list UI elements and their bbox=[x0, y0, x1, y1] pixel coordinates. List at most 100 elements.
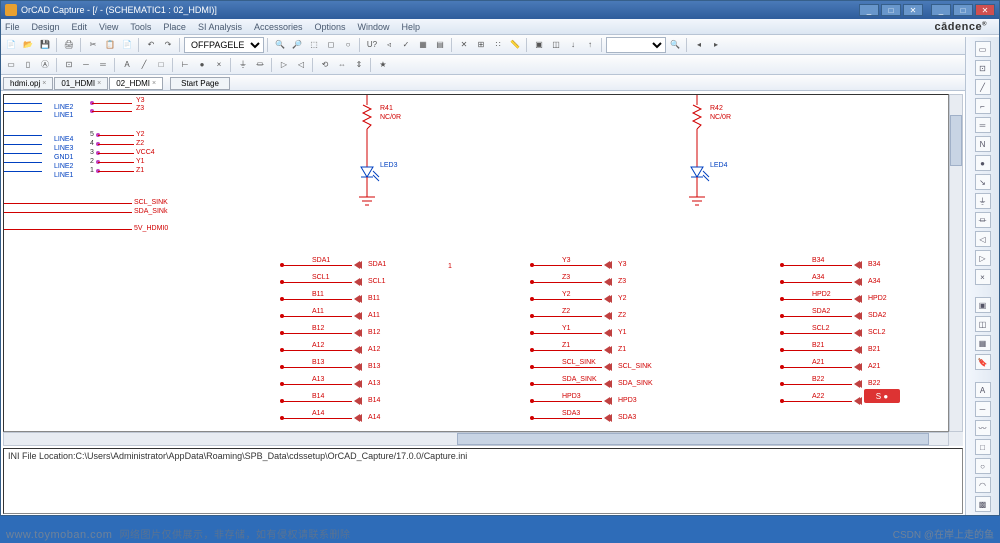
palette-hierblock[interactable]: ▣ bbox=[975, 297, 991, 313]
menu-file[interactable]: File bbox=[5, 22, 20, 32]
ground-button[interactable]: ⏛ bbox=[252, 57, 268, 73]
rotate-button[interactable]: ⟲ bbox=[317, 57, 333, 73]
palette-ellipse[interactable]: ○ bbox=[975, 458, 991, 474]
zoom-in-button[interactable]: 🔍 bbox=[272, 37, 288, 53]
junction-button[interactable]: ● bbox=[194, 57, 210, 73]
palette-select[interactable]: ▭ bbox=[975, 41, 991, 57]
offpage-button[interactable]: ◁ bbox=[293, 57, 309, 73]
palette-line[interactable]: ─ bbox=[975, 401, 991, 417]
project-button[interactable]: ▣ bbox=[531, 37, 547, 53]
next-button[interactable]: ▸ bbox=[708, 37, 724, 53]
palette-netalias[interactable]: N bbox=[975, 136, 991, 152]
snap-button[interactable]: ⊞ bbox=[473, 37, 489, 53]
zoom-fit-button[interactable]: ◻ bbox=[323, 37, 339, 53]
doc-maximize-button[interactable]: □ bbox=[881, 4, 901, 16]
rect-button[interactable]: □ bbox=[153, 57, 169, 73]
search-combo[interactable] bbox=[606, 37, 666, 53]
find-button[interactable]: 🔍 bbox=[667, 37, 683, 53]
descend-button[interactable]: ↓ bbox=[565, 37, 581, 53]
menu-help[interactable]: Help bbox=[402, 22, 421, 32]
hierarchy-button[interactable]: ◫ bbox=[548, 37, 564, 53]
mirror-v-button[interactable]: ⇕ bbox=[351, 57, 367, 73]
offpage-combo[interactable]: OFFPAGELEFT-R bbox=[184, 37, 264, 53]
text-button[interactable]: A bbox=[119, 57, 135, 73]
menu-accessories[interactable]: Accessories bbox=[254, 22, 303, 32]
part-button[interactable]: ⊡ bbox=[61, 57, 77, 73]
cut-button[interactable]: ✂ bbox=[85, 37, 101, 53]
palette-offpage[interactable]: ▷ bbox=[975, 250, 991, 266]
palette-busentry[interactable]: ↘ bbox=[975, 174, 991, 190]
minimize-button[interactable]: _ bbox=[931, 4, 951, 16]
zoom-selection-button[interactable]: ○ bbox=[340, 37, 356, 53]
maximize-button[interactable]: □ bbox=[953, 4, 973, 16]
line-button[interactable]: ╱ bbox=[136, 57, 152, 73]
palette-wire[interactable]: ╱ bbox=[975, 79, 991, 95]
menu-edit[interactable]: Edit bbox=[72, 22, 88, 32]
palette-part[interactable]: ⊡ bbox=[975, 60, 991, 76]
palette-polyline[interactable]: 〰 bbox=[975, 420, 991, 436]
alias-button[interactable]: Ⓐ bbox=[37, 57, 53, 73]
drc-button[interactable]: ✓ bbox=[398, 37, 414, 53]
open-button[interactable]: 📂 bbox=[20, 37, 36, 53]
ruler-button[interactable]: 📏 bbox=[507, 37, 523, 53]
net-button[interactable]: ⊢ bbox=[177, 57, 193, 73]
netlist-button[interactable]: ▤ bbox=[432, 37, 448, 53]
palette-arc[interactable]: ◠ bbox=[975, 477, 991, 493]
grid-button[interactable]: ∷ bbox=[490, 37, 506, 53]
zoom-area-button[interactable]: ⬚ bbox=[306, 37, 322, 53]
palette-hierpin[interactable]: ◫ bbox=[975, 316, 991, 332]
prev-button[interactable]: ◂ bbox=[691, 37, 707, 53]
menu-si-analysis[interactable]: SI Analysis bbox=[198, 22, 242, 32]
horizontal-scrollbar[interactable] bbox=[3, 432, 949, 446]
undo-button[interactable]: ↶ bbox=[143, 37, 159, 53]
menu-place[interactable]: Place bbox=[163, 22, 186, 32]
ascend-button[interactable]: ↑ bbox=[582, 37, 598, 53]
tab-02-hdmi[interactable]: 02_HDMI× bbox=[109, 77, 163, 90]
bom-button[interactable]: ▦ bbox=[415, 37, 431, 53]
scroll-thumb[interactable] bbox=[950, 115, 962, 165]
highlight-button[interactable]: ★ bbox=[375, 57, 391, 73]
save-button[interactable]: 💾 bbox=[37, 37, 53, 53]
print-button[interactable]: 🖨 bbox=[61, 37, 77, 53]
palette-bookmark[interactable]: 🔖 bbox=[975, 354, 991, 370]
palette-image[interactable]: ▩ bbox=[975, 496, 991, 512]
marquee-button[interactable]: ▯ bbox=[20, 57, 36, 73]
palette-junction[interactable]: ● bbox=[975, 155, 991, 171]
select-button[interactable]: ▭ bbox=[3, 57, 19, 73]
session-log[interactable]: INI File Location:C:\Users\Administrator… bbox=[3, 448, 963, 514]
doc-minimize-button[interactable]: _ bbox=[859, 4, 879, 16]
cross-probe-button[interactable]: ✕ bbox=[456, 37, 472, 53]
port-button[interactable]: ▷ bbox=[276, 57, 292, 73]
wire-button[interactable]: ─ bbox=[78, 57, 94, 73]
power-button[interactable]: ⏚ bbox=[235, 57, 251, 73]
redo-button[interactable]: ↷ bbox=[160, 37, 176, 53]
paste-button[interactable]: 📄 bbox=[119, 37, 135, 53]
vertical-scrollbar[interactable] bbox=[949, 94, 963, 432]
doc-close-button[interactable]: ✕ bbox=[903, 4, 923, 16]
bus-button[interactable]: ═ bbox=[95, 57, 111, 73]
annotate-button[interactable]: U? bbox=[364, 37, 380, 53]
menu-design[interactable]: Design bbox=[32, 22, 60, 32]
palette-text[interactable]: A bbox=[975, 382, 991, 398]
palette-rect[interactable]: □ bbox=[975, 439, 991, 455]
mirror-h-button[interactable]: ⇔ bbox=[334, 57, 350, 73]
tab-01-hdmi[interactable]: 01_HDMI× bbox=[54, 77, 108, 90]
copy-button[interactable]: 📋 bbox=[102, 37, 118, 53]
palette-power[interactable]: ⏚ bbox=[975, 193, 991, 209]
palette-title[interactable]: ▦ bbox=[975, 335, 991, 351]
noconnect-button[interactable]: × bbox=[211, 57, 227, 73]
menu-window[interactable]: Window bbox=[358, 22, 390, 32]
menu-options[interactable]: Options bbox=[314, 22, 345, 32]
palette-hier-port[interactable]: ◁ bbox=[975, 231, 991, 247]
menu-tools[interactable]: Tools bbox=[130, 22, 151, 32]
back-annotate-button[interactable]: ◃ bbox=[381, 37, 397, 53]
palette-bus[interactable]: ═ bbox=[975, 117, 991, 133]
menu-view[interactable]: View bbox=[99, 22, 118, 32]
palette-ground[interactable]: ⏛ bbox=[975, 212, 991, 228]
zoom-out-button[interactable]: 🔎 bbox=[289, 37, 305, 53]
scroll-thumb[interactable] bbox=[457, 433, 929, 445]
new-button[interactable]: 📄 bbox=[3, 37, 19, 53]
schematic-canvas[interactable]: LINE2 LINE1 Y3 Z3 LINE45Y2LINE34Z2GND13V… bbox=[3, 94, 949, 432]
palette-autowire[interactable]: ⌐ bbox=[975, 98, 991, 114]
tab-project[interactable]: hdmi.opj× bbox=[3, 77, 53, 90]
